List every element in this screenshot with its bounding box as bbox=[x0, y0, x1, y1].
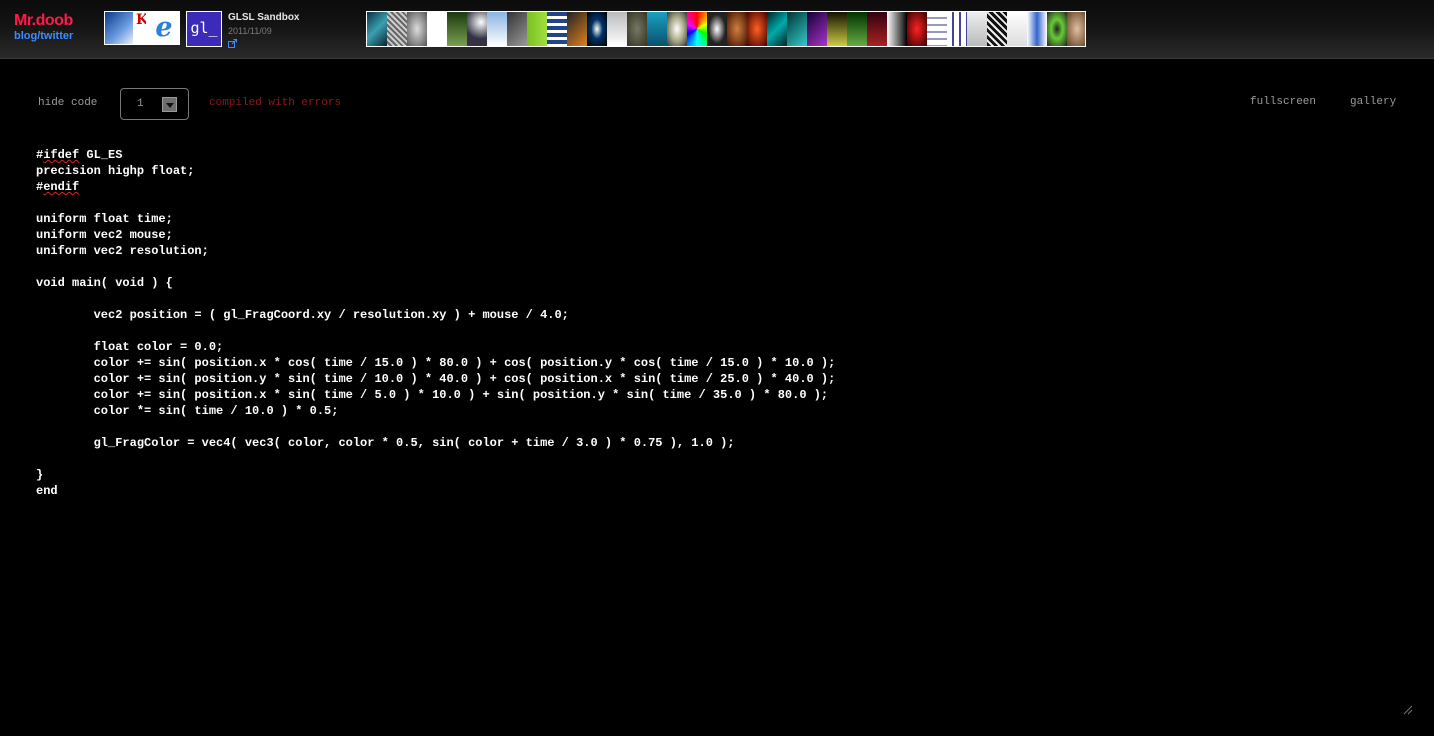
code-line: color *= sin( time / 10.0 ) * 0.5; bbox=[36, 404, 339, 418]
code-editor[interactable]: #ifdef GL_ES precision highp float; #endif… bbox=[36, 147, 1396, 707]
gallery-thumbnail[interactable] bbox=[647, 12, 667, 46]
gallery-thumbnail[interactable] bbox=[867, 12, 887, 46]
gallery-thumbnail[interactable] bbox=[667, 12, 687, 46]
code-line: color += sin( position.x * sin( time / 5… bbox=[36, 388, 829, 402]
gallery-thumbnail[interactable] bbox=[807, 12, 827, 46]
code-line: float color = 0.0; bbox=[36, 340, 224, 354]
code-line: color += sin( position.x * cos( time / 1… bbox=[36, 356, 836, 370]
gallery-thumbnail[interactable] bbox=[927, 12, 947, 46]
gallery-thumbnail[interactable] bbox=[767, 12, 787, 46]
code-line: } bbox=[36, 468, 44, 482]
gallery-thumbnail[interactable] bbox=[727, 12, 747, 46]
gallery-thumbnail[interactable] bbox=[707, 12, 727, 46]
gallery-thumbnail[interactable] bbox=[447, 12, 467, 46]
code-line: end bbox=[36, 484, 58, 498]
resize-handle-icon[interactable] bbox=[1401, 703, 1413, 715]
gallery-thumbnail[interactable] bbox=[407, 12, 427, 46]
code-line: precision highp float; bbox=[36, 164, 195, 178]
chevron-down-icon[interactable] bbox=[162, 97, 177, 112]
gallery-thumbnail[interactable] bbox=[827, 12, 847, 46]
ie-logo-thumbnail[interactable]: e bbox=[146, 11, 180, 45]
code-line: #endif bbox=[36, 180, 80, 194]
gallery-thumbnail[interactable] bbox=[1047, 12, 1067, 46]
code-line: uniform vec2 resolution; bbox=[36, 244, 209, 258]
ie-icon: e bbox=[155, 12, 173, 43]
gallery-link[interactable]: gallery bbox=[1350, 96, 1396, 108]
fullscreen-link[interactable]: fullscreen bbox=[1250, 96, 1316, 108]
gallery-thumbnail[interactable] bbox=[487, 12, 507, 46]
gallery-thumbnail[interactable] bbox=[1067, 12, 1085, 46]
header-bar: Mr.doob blog/twitter KK e gl_ GLSL Sandb… bbox=[0, 0, 1434, 59]
gallery-thumbnail[interactable] bbox=[747, 12, 767, 46]
gallery-thumbnail[interactable] bbox=[1027, 12, 1047, 46]
gallery-thumbnail[interactable] bbox=[687, 12, 707, 46]
gallery-thumbnail[interactable] bbox=[547, 12, 567, 46]
code-line: gl_FragColor = vec4( vec3( color, color … bbox=[36, 436, 735, 450]
code-line: void main( void ) { bbox=[36, 276, 173, 290]
brand-link[interactable]: Mr.doob bbox=[14, 12, 73, 29]
quality-select[interactable]: 1 bbox=[120, 88, 189, 120]
gallery-thumbnail[interactable] bbox=[427, 12, 447, 46]
code-line: uniform float time; bbox=[36, 212, 173, 226]
gallery-thumbnail[interactable] bbox=[787, 12, 807, 46]
gallery-thumbnail[interactable] bbox=[527, 12, 547, 46]
gallery-thumbnail[interactable] bbox=[907, 12, 927, 46]
code-line: vec2 position = ( gl_FragCoord.xy / reso… bbox=[36, 308, 569, 322]
gallery-thumbnail[interactable] bbox=[367, 12, 387, 46]
gallery-thumbnail[interactable] bbox=[587, 12, 607, 46]
code-line: color += sin( position.y * sin( time / 1… bbox=[36, 372, 836, 386]
app-icon[interactable]: gl_ bbox=[186, 11, 222, 47]
gallery-thumbnail[interactable] bbox=[1007, 12, 1027, 46]
gallery-thumbnail[interactable] bbox=[607, 12, 627, 46]
gallery-thumbnail-strip bbox=[366, 11, 1086, 47]
gallery-thumbnail[interactable] bbox=[887, 12, 907, 46]
hide-code-button[interactable]: hide code bbox=[38, 97, 97, 109]
gallery-thumbnail[interactable] bbox=[387, 12, 407, 46]
gallery-thumbnail[interactable] bbox=[467, 12, 487, 46]
gallery-thumbnail[interactable] bbox=[847, 12, 867, 46]
gallery-thumbnail[interactable] bbox=[947, 12, 967, 46]
compile-status: compiled with errors bbox=[209, 97, 342, 109]
gallery-thumbnail[interactable] bbox=[507, 12, 527, 46]
blog-twitter-link[interactable]: blog/twitter bbox=[14, 29, 73, 43]
app-title: GLSL Sandbox bbox=[228, 12, 300, 23]
app-info: GLSL Sandbox 2011/11/09 bbox=[228, 11, 300, 48]
quality-value: 1 bbox=[137, 98, 144, 110]
gallery-thumbnail[interactable] bbox=[967, 12, 987, 46]
gallery-thumbnail[interactable] bbox=[987, 12, 1007, 46]
logo: Mr.doob blog/twitter bbox=[14, 12, 73, 43]
app-date: 2011/11/09 bbox=[228, 26, 272, 36]
gallery-thumbnail[interactable] bbox=[627, 12, 647, 46]
code-line: uniform vec2 mouse; bbox=[36, 228, 173, 242]
code-line: #ifdef GL_ES bbox=[36, 148, 123, 162]
external-link-icon[interactable] bbox=[228, 39, 237, 48]
gallery-thumbnail[interactable] bbox=[567, 12, 587, 46]
